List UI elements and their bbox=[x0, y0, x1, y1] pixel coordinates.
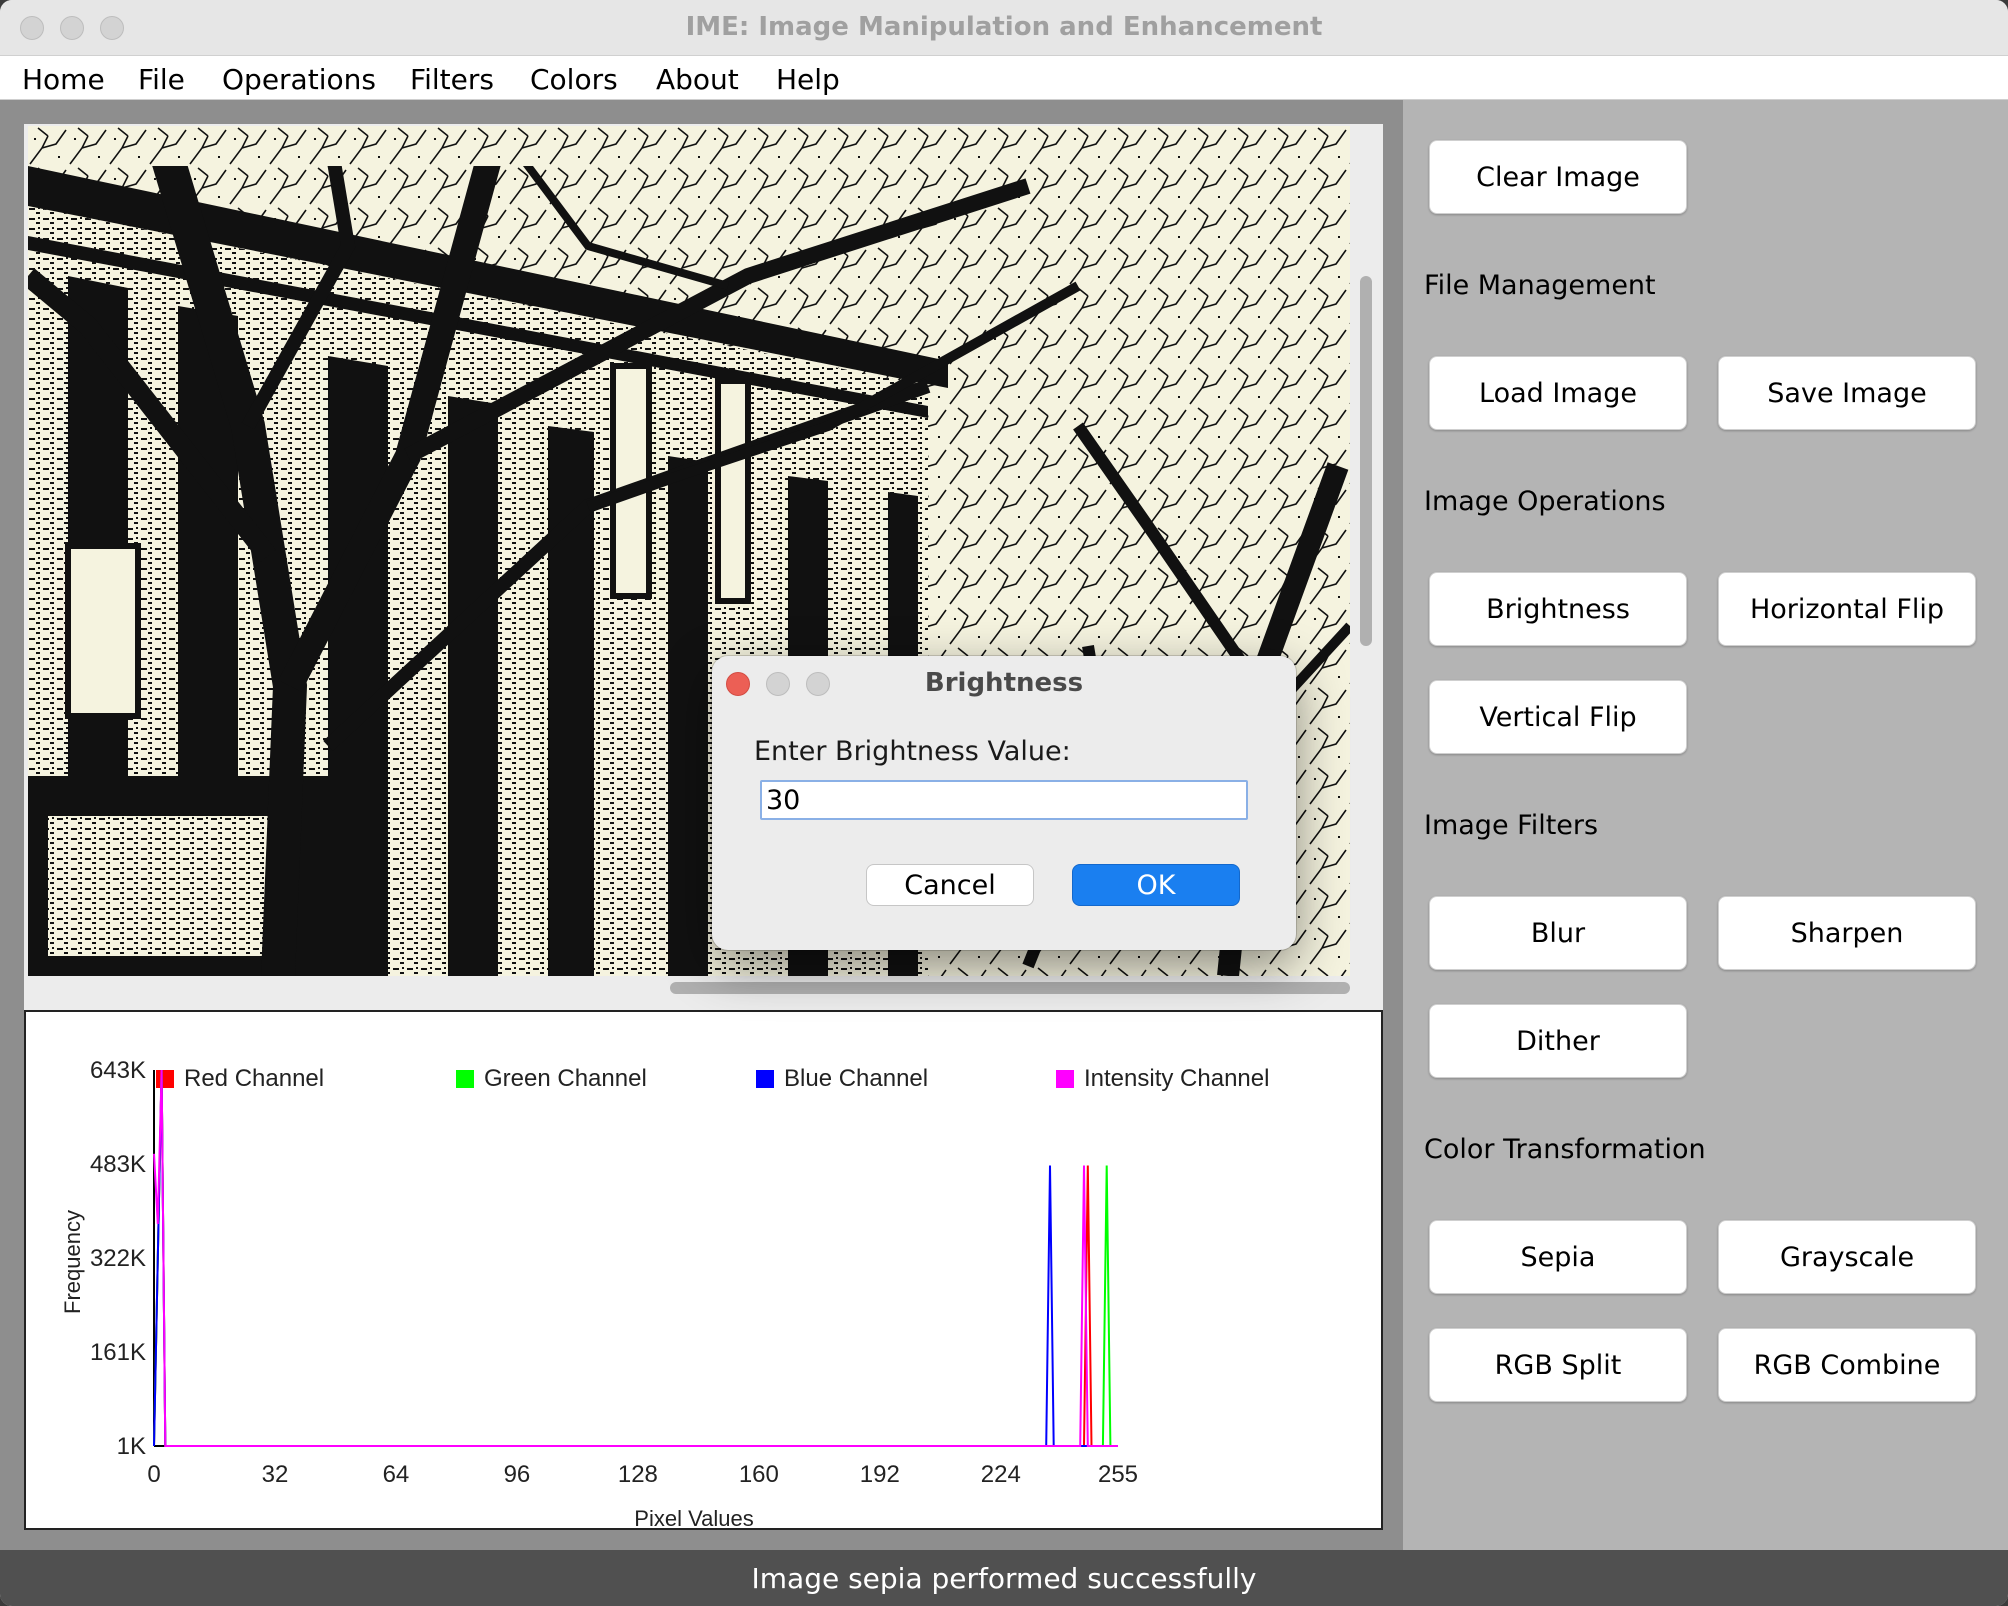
menu-file[interactable]: File bbox=[138, 63, 185, 96]
section-file-management: File Management bbox=[1424, 270, 1656, 301]
ok-button[interactable]: OK bbox=[1072, 864, 1240, 906]
clear-image-button[interactable]: Clear Image bbox=[1429, 140, 1687, 214]
dither-button[interactable]: Dither bbox=[1429, 1004, 1687, 1078]
save-image-button[interactable]: Save Image bbox=[1718, 356, 1976, 430]
series-line-green-channel bbox=[153, 1069, 1118, 1447]
brightness-value-input[interactable] bbox=[760, 780, 1248, 820]
legend-swatch-blue bbox=[756, 1070, 774, 1088]
brightness-prompt: Enter Brightness Value: bbox=[754, 736, 1071, 767]
x-axis-label: Pixel Values bbox=[634, 1506, 753, 1528]
histogram-panel: Red Channel Green Channel Blue Channel I… bbox=[24, 1010, 1383, 1531]
x-tick-label: 0 bbox=[147, 1461, 160, 1488]
y-tick-label: 1K bbox=[117, 1433, 146, 1460]
sharpen-button[interactable]: Sharpen bbox=[1718, 896, 1976, 970]
legend-intensity-label: Intensity Channel bbox=[1084, 1065, 1269, 1092]
menu-colors[interactable]: Colors bbox=[530, 63, 618, 96]
legend-green-label: Green Channel bbox=[484, 1065, 647, 1092]
rgb-split-button[interactable]: RGB Split bbox=[1429, 1328, 1687, 1402]
legend-red-label: Red Channel bbox=[184, 1065, 324, 1092]
brightness-dialog: Brightness Enter Brightness Value: Cance… bbox=[712, 656, 1296, 950]
blur-button[interactable]: Blur bbox=[1429, 896, 1687, 970]
series-line-intensity-channel bbox=[153, 1069, 1118, 1447]
x-tick-label: 64 bbox=[383, 1461, 410, 1488]
menu-bar: Home File Operations Filters Colors Abou… bbox=[0, 56, 2008, 100]
cancel-button[interactable]: Cancel bbox=[866, 864, 1034, 906]
section-image-operations: Image Operations bbox=[1424, 486, 1666, 517]
window-title: IME: Image Manipulation and Enhancement bbox=[685, 12, 1323, 42]
y-tick-label: 483K bbox=[90, 1151, 146, 1178]
menu-operations[interactable]: Operations bbox=[222, 63, 376, 96]
x-tick-label: 32 bbox=[262, 1461, 289, 1488]
grayscale-button[interactable]: Grayscale bbox=[1718, 1220, 1976, 1294]
title-bar: IME: Image Manipulation and Enhancement bbox=[0, 0, 2008, 56]
section-image-filters: Image Filters bbox=[1424, 810, 1599, 841]
y-tick-label: 322K bbox=[90, 1245, 146, 1272]
dialog-title: Brightness bbox=[924, 668, 1084, 698]
series-line-blue-channel bbox=[153, 1069, 1118, 1447]
x-tick-label: 192 bbox=[860, 1461, 900, 1488]
tools-sidebar: Clear Image File Management Load Image S… bbox=[1403, 100, 2008, 1550]
x-tick-label: 160 bbox=[739, 1461, 779, 1488]
section-color-transformation: Color Transformation bbox=[1424, 1134, 1706, 1165]
sepia-button[interactable]: Sepia bbox=[1429, 1220, 1687, 1294]
legend-swatch-green bbox=[456, 1070, 474, 1088]
legend: Red Channel Green Channel Blue Channel I… bbox=[156, 1065, 1269, 1092]
menu-filters[interactable]: Filters bbox=[410, 63, 494, 96]
menu-about[interactable]: About bbox=[656, 63, 739, 96]
legend-swatch-intensity bbox=[1056, 1070, 1074, 1088]
y-axis-label: Frequency bbox=[60, 1210, 85, 1314]
x-tick-label: 128 bbox=[618, 1461, 658, 1488]
x-tick-label: 224 bbox=[981, 1461, 1021, 1488]
load-image-button[interactable]: Load Image bbox=[1429, 356, 1687, 430]
brightness-button[interactable]: Brightness bbox=[1429, 572, 1687, 646]
x-tick-label: 96 bbox=[504, 1461, 531, 1488]
app-window: IME: Image Manipulation and Enhancement … bbox=[0, 0, 2008, 1606]
image-vertical-scrollbar[interactable] bbox=[1360, 276, 1372, 646]
histogram-chart: Red Channel Green Channel Blue Channel I… bbox=[60, 1057, 1269, 1531]
y-tick-label: 161K bbox=[90, 1339, 146, 1366]
legend-swatch-red bbox=[156, 1070, 174, 1088]
series-line-red-channel bbox=[153, 1069, 1118, 1447]
horizontal-flip-button[interactable]: Horizontal Flip bbox=[1718, 572, 1976, 646]
image-horizontal-scrollbar[interactable] bbox=[670, 982, 1350, 994]
rgb-combine-button[interactable]: RGB Combine bbox=[1718, 1328, 1976, 1402]
status-bar: Image sepia performed successfully bbox=[0, 1550, 2008, 1606]
vertical-flip-button[interactable]: Vertical Flip bbox=[1429, 680, 1687, 754]
menu-help[interactable]: Help bbox=[776, 63, 840, 96]
x-tick-label: 255 bbox=[1098, 1461, 1138, 1488]
y-tick-label: 643K bbox=[90, 1057, 146, 1084]
menu-home[interactable]: Home bbox=[22, 63, 105, 96]
legend-blue-label: Blue Channel bbox=[784, 1065, 928, 1092]
